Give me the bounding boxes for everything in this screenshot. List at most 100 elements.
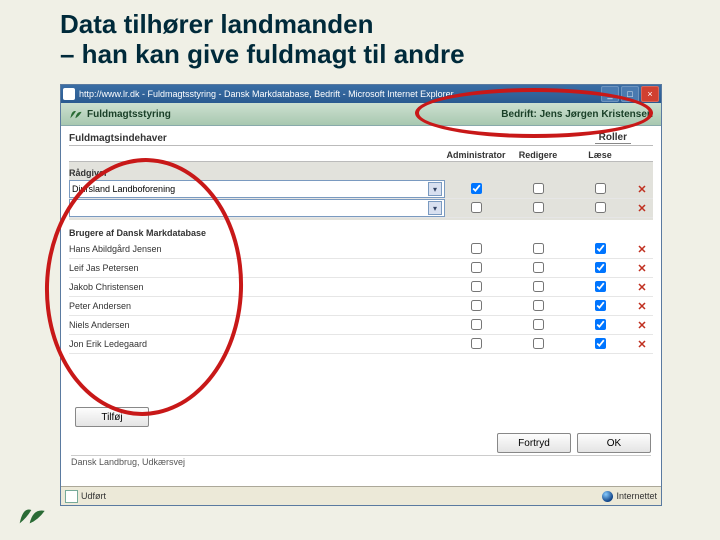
cancel-button[interactable]: Fortryd (497, 433, 571, 453)
cell-read (569, 300, 631, 313)
user-name: Niels Andersen (69, 320, 445, 330)
cell-read (569, 243, 631, 256)
role-checkbox[interactable] (471, 183, 482, 194)
advisor-row: Djursland Landboforening▾ ✕ (69, 180, 653, 199)
cell-read (569, 183, 631, 196)
cell-edit (507, 300, 569, 313)
cell-read (569, 202, 631, 215)
users-label: Brugere af Dansk Markdatabase (69, 228, 653, 238)
delete-row-button[interactable]: ✕ (631, 202, 653, 215)
role-checkbox[interactable] (595, 300, 606, 311)
cell-edit (507, 319, 569, 332)
delete-row-button[interactable]: ✕ (631, 338, 653, 351)
role-checkbox[interactable] (471, 243, 482, 254)
slide-title-line2: – han kan give fuldmagt til andre (60, 40, 660, 70)
delete-row-button[interactable]: ✕ (631, 281, 653, 294)
givers-heading: Fuldmagtsindehaver (69, 133, 595, 144)
chevron-down-icon: ▾ (428, 201, 442, 215)
role-checkbox[interactable] (595, 262, 606, 273)
slide-leaf-logo-icon (18, 505, 48, 530)
delete-row-button[interactable]: ✕ (631, 183, 653, 196)
bedrift-label: Bedrift: (501, 109, 537, 120)
role-checkbox[interactable] (471, 262, 482, 273)
role-checkbox[interactable] (533, 300, 544, 311)
user-row: Jakob Christensen✕ (69, 278, 653, 297)
slide-title-line1: Data tilhører landmanden (60, 10, 660, 40)
maximize-button[interactable]: □ (621, 86, 639, 102)
add-button[interactable]: Tilføj (75, 407, 149, 427)
main-section: Fuldmagtsindehaver Roller Administrator … (61, 126, 661, 356)
chevron-down-icon: ▾ (428, 182, 442, 196)
role-checkbox[interactable] (595, 202, 606, 213)
advisor-row: ▾✕ (69, 199, 653, 218)
bedrift-value: Jens Jørgen Kristensen (540, 109, 653, 120)
advisor-label: Rådgiver (69, 168, 653, 178)
role-checkbox[interactable] (533, 243, 544, 254)
col-edit: Redigere (507, 150, 569, 160)
role-checkbox[interactable] (595, 281, 606, 292)
cell-admin (445, 300, 507, 313)
user-row: Peter Andersen ✕ (69, 297, 653, 316)
cell-edit (507, 243, 569, 256)
cell-admin (445, 338, 507, 351)
cell-admin (445, 319, 507, 332)
breadcrumb-text: Dansk Landbrug, Udkærsvej (71, 457, 185, 467)
cell-admin (445, 262, 507, 275)
advisor-select[interactable]: Djursland Landboforening▾ (69, 180, 445, 198)
app-title: Fuldmagtsstyring (87, 109, 171, 120)
status-text: Udført (81, 491, 106, 501)
done-icon (65, 490, 78, 503)
role-checkbox[interactable] (471, 338, 482, 349)
ie-favicon-icon (63, 88, 75, 100)
role-checkbox[interactable] (533, 338, 544, 349)
cell-admin (445, 183, 507, 196)
col-admin: Administrator (445, 150, 507, 160)
browser-window: http://www.lr.dk - Fuldmagtsstyring - Da… (60, 84, 662, 506)
user-row: Hans Abildgård Jensen✕ (69, 240, 653, 259)
advisor-block: Rådgiver Djursland Landboforening▾✕▾✕ (69, 162, 653, 220)
window-title: http://www.lr.dk - Fuldmagtsstyring - Da… (79, 89, 599, 99)
cell-read (569, 262, 631, 275)
role-checkbox[interactable] (471, 319, 482, 330)
user-row: Jon Erik Ledegaard ✕ (69, 335, 653, 354)
roles-columns: Administrator Redigere Læse (69, 146, 653, 162)
role-checkbox[interactable] (595, 243, 606, 254)
delete-row-button[interactable]: ✕ (631, 262, 653, 275)
role-checkbox[interactable] (595, 183, 606, 194)
user-name: Peter Andersen (69, 301, 445, 311)
app-header: Fuldmagtsstyring Bedrift: Jens Jørgen Kr… (61, 103, 661, 126)
role-checkbox[interactable] (533, 183, 544, 194)
zone-text: Internettet (616, 491, 657, 501)
delete-row-button[interactable]: ✕ (631, 300, 653, 313)
delete-row-button[interactable]: ✕ (631, 243, 653, 256)
ok-button[interactable]: OK (577, 433, 651, 453)
cell-read (569, 281, 631, 294)
minimize-button[interactable]: _ (601, 86, 619, 102)
role-checkbox[interactable] (471, 202, 482, 213)
role-checkbox[interactable] (533, 281, 544, 292)
user-name: Jon Erik Ledegaard (69, 339, 445, 349)
user-row: Leif Jas Petersen✕ (69, 259, 653, 278)
user-row: Niels Andersen ✕ (69, 316, 653, 335)
role-checkbox[interactable] (471, 300, 482, 311)
cell-read (569, 338, 631, 351)
footer-breadcrumb: Dansk Landbrug, Udkærsvej (71, 455, 651, 467)
internet-zone-icon (602, 491, 613, 502)
role-checkbox[interactable] (533, 262, 544, 273)
role-checkbox[interactable] (471, 281, 482, 292)
role-checkbox[interactable] (533, 319, 544, 330)
footer-buttons: Fortryd OK (497, 433, 651, 453)
delete-row-button[interactable]: ✕ (631, 319, 653, 332)
role-checkbox[interactable] (595, 319, 606, 330)
titlebar[interactable]: http://www.lr.dk - Fuldmagtsstyring - Da… (61, 85, 661, 103)
advisor-select[interactable]: ▾ (69, 199, 445, 217)
cell-edit (507, 262, 569, 275)
cell-edit (507, 281, 569, 294)
col-read: Læse (569, 150, 631, 160)
leaf-logo-icon (69, 108, 83, 120)
cell-edit (507, 183, 569, 196)
role-checkbox[interactable] (533, 202, 544, 213)
cell-admin (445, 281, 507, 294)
close-button[interactable]: × (641, 86, 659, 102)
role-checkbox[interactable] (595, 338, 606, 349)
